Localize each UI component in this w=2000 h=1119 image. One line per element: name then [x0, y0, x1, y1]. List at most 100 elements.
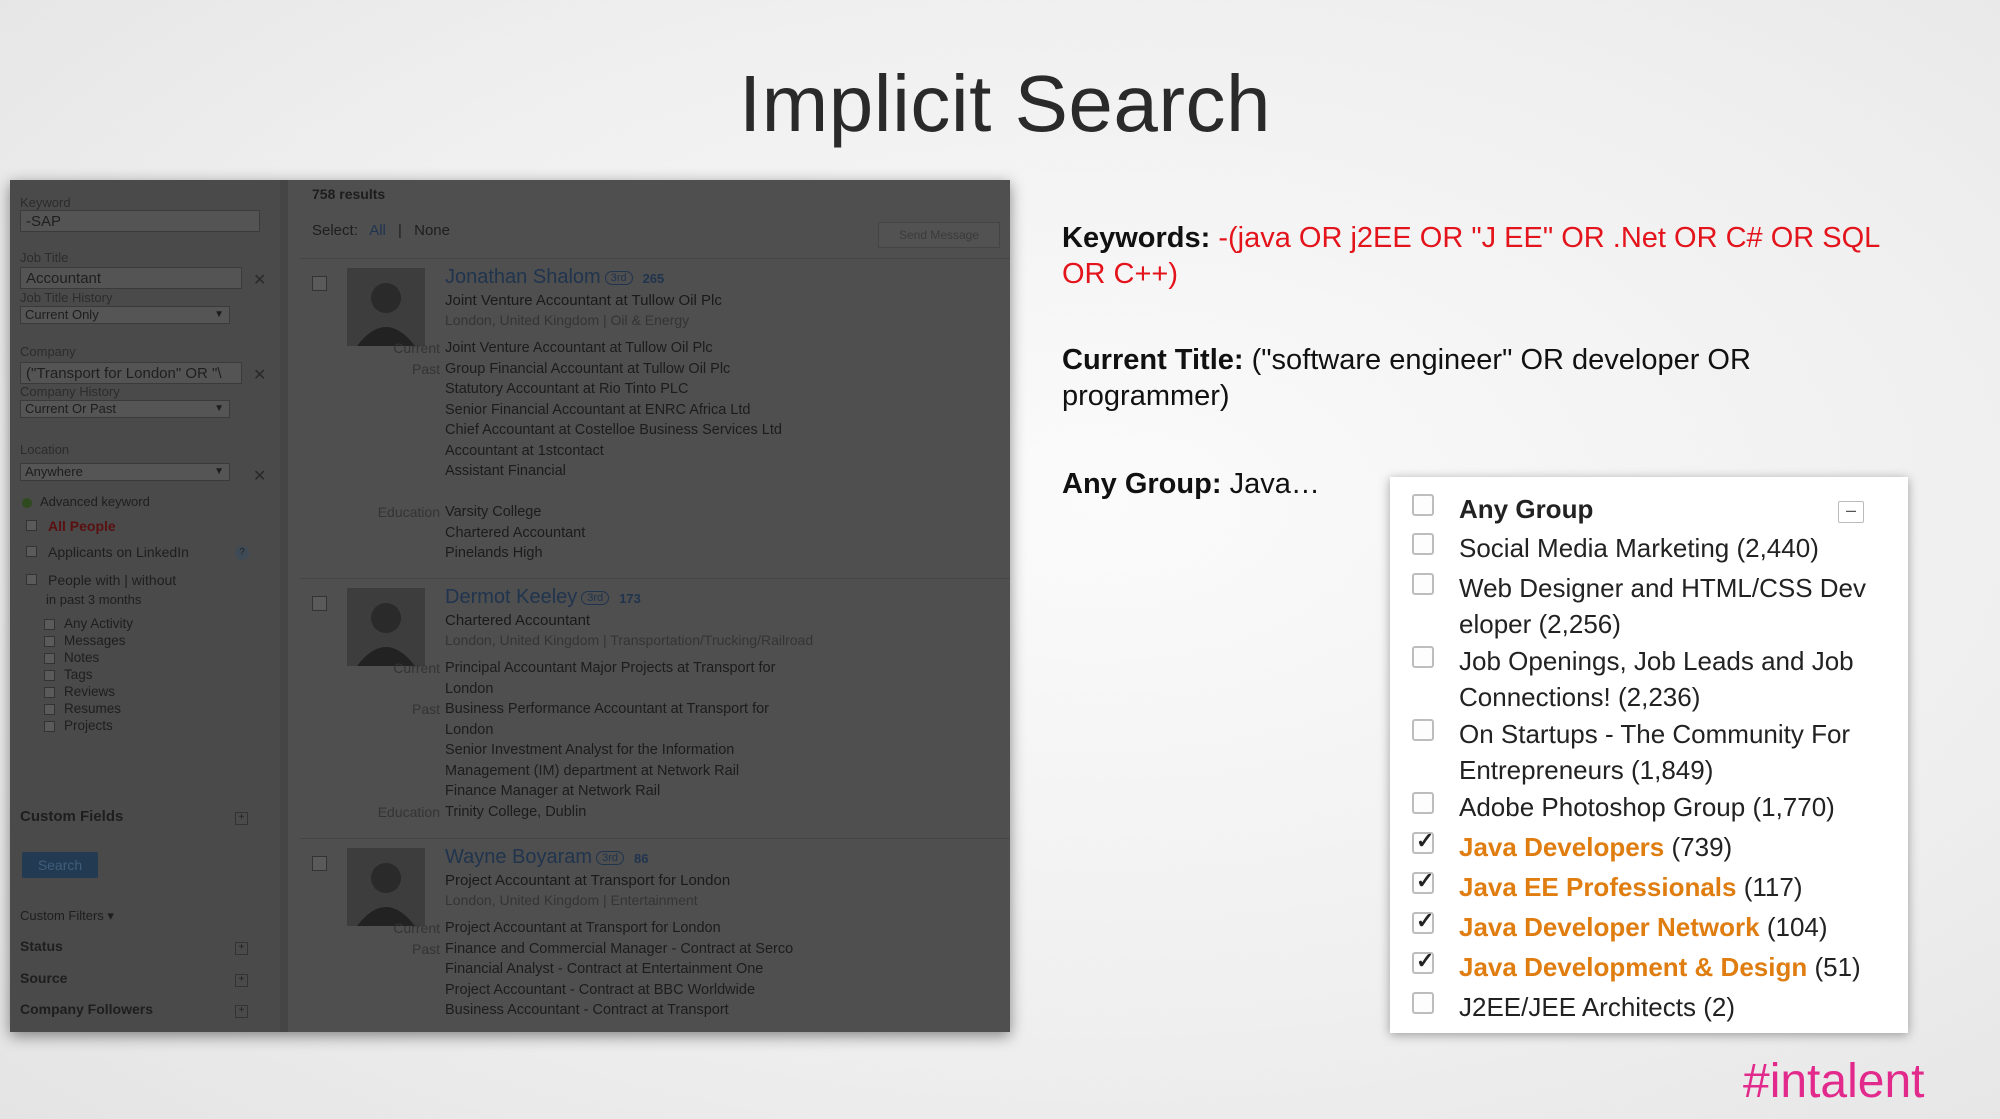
- person-name: Dermot Keeley: [445, 586, 578, 608]
- group-name: On Startups - The Community For: [1459, 719, 1851, 749]
- company-followers-filter[interactable]: Company Followers: [20, 1001, 153, 1017]
- activity-checkbox[interactable]: [44, 670, 55, 681]
- help-icon[interactable]: ?: [235, 546, 249, 560]
- group-checkbox[interactable]: ✓: [1412, 948, 1434, 974]
- group-checkbox[interactable]: ✓: [1412, 868, 1434, 894]
- activity-label: Resumes: [64, 701, 122, 716]
- custom-filters-link[interactable]: Custom Filters ▾: [20, 908, 114, 924]
- select-divider: |: [398, 222, 402, 239]
- advanced-keyword-link[interactable]: Advanced keyword: [40, 494, 150, 509]
- past-position: Financial Analyst - Contract at Entertai…: [445, 961, 764, 977]
- checkmark-icon: ✓: [1416, 948, 1435, 973]
- activity-label: Any Activity: [64, 616, 134, 631]
- keywords-line-2: OR C++): [1062, 258, 1179, 290]
- collapse-icon[interactable]: –: [1838, 501, 1864, 523]
- divider: [300, 258, 1010, 259]
- person-headline: Project Accountant at Transport for Lond…: [445, 872, 731, 889]
- company-input[interactable]: ("Transport for London" OR "\: [20, 362, 242, 384]
- group-label: Any Group:: [1062, 468, 1222, 500]
- person-name-link[interactable]: Dermot Keeley 3rd 173: [445, 586, 641, 609]
- group-checkbox[interactable]: ✓: [1412, 908, 1434, 934]
- group-name: J2EE/JEE Architects: [1459, 992, 1696, 1022]
- activity-checkbox[interactable]: [44, 653, 55, 664]
- search-button[interactable]: Search: [22, 852, 98, 878]
- group-label: Adobe Photoshop Group (1,770): [1459, 789, 1835, 825]
- past-position: Finance and Commercial Manager - Contrac…: [445, 940, 794, 957]
- past-position: Statutory Accountant at Rio Tinto PLC: [445, 381, 689, 397]
- keywords-label: Keywords:: [1062, 222, 1211, 254]
- activity-checkbox[interactable]: [44, 619, 55, 630]
- checkmark-icon: ✓: [1416, 868, 1435, 893]
- clear-job-title-icon[interactable]: ✕: [253, 270, 266, 290]
- select-person-checkbox[interactable]: [312, 276, 327, 291]
- education-label: Education: [377, 504, 440, 520]
- clear-location-icon[interactable]: ✕: [253, 466, 266, 486]
- education-position: Pinelands High: [445, 545, 543, 561]
- group-member-count: (51): [1814, 952, 1861, 982]
- expand-icon[interactable]: +: [235, 1005, 248, 1018]
- past-position: Project Accountant - Contract at BBC Wor…: [445, 981, 756, 998]
- expand-icon[interactable]: +: [235, 812, 248, 825]
- profile-photo[interactable]: [347, 268, 425, 346]
- job-title-history-value: Current Only: [25, 307, 99, 322]
- person-name-link[interactable]: Jonathan Shalom 3rd 265: [445, 266, 664, 289]
- people-with-checkbox[interactable]: [26, 574, 37, 585]
- activity-checkbox[interactable]: [44, 636, 55, 647]
- profile-photo[interactable]: [347, 588, 425, 666]
- keyword-input[interactable]: -SAP: [20, 210, 260, 232]
- connections-count: 86: [634, 851, 649, 866]
- checkmark-icon: ✓: [1416, 908, 1435, 933]
- activity-checkbox[interactable]: [44, 721, 55, 732]
- activity-checkbox[interactable]: [44, 704, 55, 715]
- group-checkbox[interactable]: [1412, 719, 1434, 741]
- results-count: 758 results: [312, 186, 386, 202]
- clear-company-icon[interactable]: ✕: [253, 365, 266, 385]
- send-message-button[interactable]: Send Message: [878, 222, 1000, 248]
- job-title-label: Job Title: [20, 250, 69, 265]
- past-label: Past: [411, 360, 440, 377]
- past-position: Senior Investment Analyst for the Inform…: [445, 742, 735, 758]
- group-member-count: (1,849): [1631, 755, 1714, 785]
- profile-photo[interactable]: [347, 848, 425, 926]
- applicants-checkbox[interactable]: [26, 546, 37, 557]
- group-criteria: Any Group: Java…: [1062, 466, 1320, 502]
- location-select[interactable]: Anywhere ▼: [20, 463, 230, 481]
- education-label: Education: [377, 803, 440, 820]
- select-person-checkbox[interactable]: [312, 596, 327, 611]
- current-position: Principal Accountant Major Projects at T…: [445, 660, 776, 676]
- expand-icon[interactable]: +: [235, 942, 248, 955]
- group-checkbox[interactable]: [1412, 573, 1434, 595]
- group-checkbox[interactable]: [1412, 533, 1434, 555]
- select-person-checkbox[interactable]: [312, 856, 327, 871]
- group-name: Web Designer and HTML/CSS Dev: [1459, 573, 1867, 603]
- group-checkbox[interactable]: [1412, 992, 1434, 1014]
- activity-checkbox[interactable]: [44, 687, 55, 698]
- expand-icon[interactable]: +: [235, 974, 248, 987]
- group-checkbox[interactable]: ✓: [1412, 828, 1434, 854]
- hashtag: #intalent: [1743, 1055, 1925, 1108]
- job-title-input[interactable]: Accountant: [20, 267, 242, 289]
- degree-badge: 3rd: [581, 590, 610, 605]
- group-checkbox[interactable]: [1412, 792, 1434, 814]
- source-filter[interactable]: Source: [20, 970, 67, 986]
- select-all-link[interactable]: All: [369, 222, 386, 239]
- group-label: Job Openings, Job Leads and Job Connectio…: [1459, 643, 1854, 715]
- all-people-checkbox[interactable]: [26, 520, 37, 531]
- past-position: London: [445, 721, 494, 738]
- education-position: Varsity College: [445, 504, 542, 520]
- job-title-history-select[interactable]: Current Only ▼: [20, 306, 230, 324]
- past-period-link[interactable]: in past 3 months: [46, 592, 141, 607]
- applicants-label: Applicants on LinkedIn: [48, 544, 189, 560]
- select-none-link[interactable]: None: [414, 222, 450, 239]
- person-card: Jonathan Shalom 3rd 265 Joint Venture Accou…: [312, 266, 1002, 561]
- any-group-checkbox[interactable]: [1412, 494, 1434, 516]
- group-name: Entrepreneurs: [1459, 755, 1624, 785]
- activity-label: Messages: [64, 633, 126, 648]
- current-label: Current: [393, 920, 440, 936]
- group-checkbox[interactable]: [1412, 646, 1434, 668]
- slide-title: Implicit Search: [738, 59, 1272, 148]
- person-name-link[interactable]: Wayne Boyaram 3rd 86: [445, 846, 648, 869]
- person-name: Jonathan Shalom: [445, 266, 601, 288]
- status-filter[interactable]: Status: [20, 938, 63, 954]
- company-history-select[interactable]: Current Or Past ▼: [20, 400, 230, 418]
